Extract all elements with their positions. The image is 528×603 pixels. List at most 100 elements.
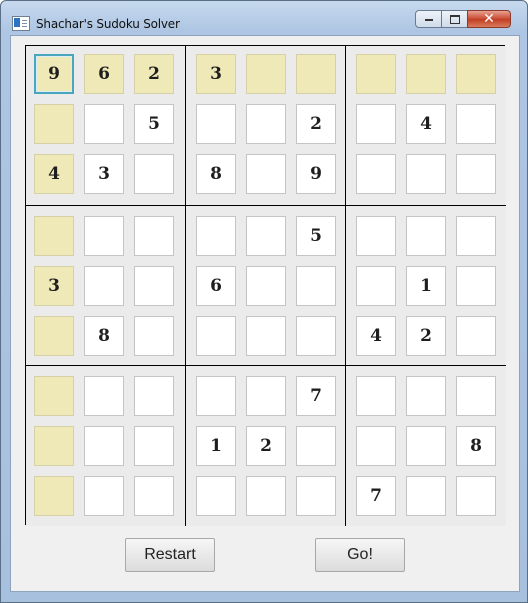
sudoku-cell[interactable]	[296, 266, 336, 306]
sudoku-cell[interactable]	[356, 266, 396, 306]
sudoku-cell[interactable]: 5	[296, 216, 336, 256]
sudoku-cell[interactable]: 5	[134, 104, 174, 144]
maximize-button[interactable]	[441, 10, 468, 28]
sudoku-cell[interactable]	[246, 476, 286, 516]
sudoku-cell[interactable]	[246, 104, 286, 144]
sudoku-cell[interactable]	[246, 266, 286, 306]
sudoku-cell[interactable]	[196, 216, 236, 256]
sudoku-cell[interactable]	[246, 316, 286, 356]
sudoku-box: 142	[346, 206, 506, 366]
sudoku-box	[26, 366, 186, 526]
sudoku-cell[interactable]: 4	[356, 316, 396, 356]
app-window-icon	[12, 16, 30, 31]
sudoku-cell[interactable]: 8	[456, 426, 496, 466]
sudoku-cell[interactable]	[406, 54, 446, 94]
sudoku-cell[interactable]	[134, 266, 174, 306]
sudoku-box: 38	[26, 206, 186, 366]
sudoku-cell[interactable]	[296, 476, 336, 516]
sudoku-cell[interactable]	[406, 426, 446, 466]
sudoku-cell[interactable]	[196, 316, 236, 356]
sudoku-cell[interactable]: 3	[196, 54, 236, 94]
sudoku-cell[interactable]	[246, 216, 286, 256]
sudoku-cell[interactable]: 7	[356, 476, 396, 516]
sudoku-cell[interactable]	[246, 376, 286, 416]
sudoku-cell[interactable]	[196, 104, 236, 144]
sudoku-cell[interactable]: 2	[134, 54, 174, 94]
sudoku-cell[interactable]: 6	[84, 54, 124, 94]
sudoku-cell[interactable]	[84, 216, 124, 256]
sudoku-cell[interactable]	[406, 216, 446, 256]
app-window: Shachar's Sudoku Solver ✕ 96254332894385…	[0, 0, 528, 603]
sudoku-board: 96254332894385614271287	[25, 45, 506, 526]
go-button[interactable]: Go!	[315, 538, 405, 572]
sudoku-cell[interactable]	[84, 426, 124, 466]
sudoku-cell[interactable]	[84, 104, 124, 144]
sudoku-cell[interactable]: 8	[84, 316, 124, 356]
sudoku-cell[interactable]	[84, 266, 124, 306]
sudoku-cell[interactable]: 3	[84, 154, 124, 194]
sudoku-cell[interactable]: 7	[296, 376, 336, 416]
sudoku-cell[interactable]	[296, 426, 336, 466]
sudoku-cell[interactable]	[456, 376, 496, 416]
close-icon: ✕	[483, 11, 495, 27]
sudoku-cell[interactable]	[456, 216, 496, 256]
sudoku-cell[interactable]: 3	[34, 266, 74, 306]
sudoku-cell[interactable]	[34, 476, 74, 516]
sudoku-cell[interactable]	[134, 426, 174, 466]
sudoku-cell[interactable]	[356, 54, 396, 94]
sudoku-cell[interactable]	[196, 476, 236, 516]
sudoku-cell[interactable]	[456, 104, 496, 144]
sudoku-cell[interactable]: 2	[246, 426, 286, 466]
sudoku-cell[interactable]	[456, 266, 496, 306]
sudoku-cell[interactable]	[356, 154, 396, 194]
client-area: 96254332894385614271287 Restart Go!	[10, 35, 520, 592]
sudoku-cell[interactable]	[134, 476, 174, 516]
sudoku-cell[interactable]	[134, 316, 174, 356]
sudoku-cell[interactable]	[84, 376, 124, 416]
minimize-icon	[424, 19, 433, 21]
sudoku-cell[interactable]	[296, 54, 336, 94]
sudoku-cell[interactable]	[456, 154, 496, 194]
sudoku-cell[interactable]	[406, 376, 446, 416]
sudoku-cell[interactable]: 9	[296, 154, 336, 194]
sudoku-cell[interactable]: 1	[196, 426, 236, 466]
sudoku-cell[interactable]: 8	[196, 154, 236, 194]
sudoku-cell[interactable]	[456, 54, 496, 94]
title-bar[interactable]: Shachar's Sudoku Solver ✕	[1, 1, 527, 35]
sudoku-cell[interactable]: 1	[406, 266, 446, 306]
sudoku-cell[interactable]	[356, 376, 396, 416]
sudoku-cell[interactable]	[34, 426, 74, 466]
sudoku-cell[interactable]: 2	[406, 316, 446, 356]
sudoku-cell[interactable]	[34, 104, 74, 144]
sudoku-box: 56	[186, 206, 346, 366]
sudoku-cell[interactable]	[246, 54, 286, 94]
sudoku-cell[interactable]	[34, 216, 74, 256]
sudoku-cell[interactable]	[84, 476, 124, 516]
sudoku-cell[interactable]	[456, 476, 496, 516]
close-button[interactable]: ✕	[467, 10, 511, 28]
sudoku-cell[interactable]	[356, 104, 396, 144]
sudoku-cell[interactable]	[134, 376, 174, 416]
sudoku-cell[interactable]: 4	[34, 154, 74, 194]
window-title: Shachar's Sudoku Solver	[36, 17, 180, 31]
maximize-icon	[449, 15, 460, 24]
restart-button[interactable]: Restart	[125, 538, 215, 572]
sudoku-cell[interactable]	[406, 476, 446, 516]
sudoku-cell[interactable]	[196, 376, 236, 416]
sudoku-cell[interactable]	[246, 154, 286, 194]
sudoku-cell[interactable]	[296, 316, 336, 356]
sudoku-cell[interactable]	[134, 216, 174, 256]
sudoku-cell[interactable]: 9	[34, 54, 74, 94]
sudoku-cell[interactable]	[356, 216, 396, 256]
sudoku-cell[interactable]	[34, 376, 74, 416]
sudoku-box: 962 5 43	[26, 46, 186, 206]
minimize-button[interactable]	[415, 10, 442, 28]
sudoku-cell[interactable]	[134, 154, 174, 194]
sudoku-cell[interactable]	[456, 316, 496, 356]
sudoku-cell[interactable]: 6	[196, 266, 236, 306]
sudoku-cell[interactable]	[34, 316, 74, 356]
sudoku-cell[interactable]: 4	[406, 104, 446, 144]
sudoku-cell[interactable]	[406, 154, 446, 194]
sudoku-cell[interactable]	[356, 426, 396, 466]
sudoku-cell[interactable]: 2	[296, 104, 336, 144]
